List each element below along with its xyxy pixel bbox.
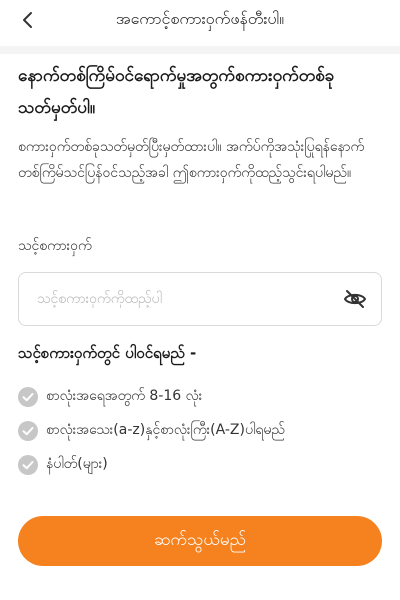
chevron-left-icon — [23, 12, 32, 28]
eye-off-icon — [344, 290, 366, 308]
page-title: အကောင့်စကားဝှက်ဖန်တီးပါ။ — [115, 9, 285, 28]
rule-label: နံပါတ်(များ) — [46, 456, 108, 472]
create-password-screen: အကောင့်စကားဝှက်ဖန်တီးပါ။ နောက်တစ်ကြိမ်ဝင… — [0, 0, 400, 600]
check-circle-icon — [18, 454, 38, 475]
password-visibility-toggle[interactable] — [341, 285, 369, 313]
rule-number: နံပါတ်(များ) — [18, 454, 108, 475]
check-circle-icon — [18, 386, 38, 407]
password-rules-title: သင့်စကားဝှက်တွင် ပါဝင်ရမည် - — [18, 344, 197, 362]
back-button[interactable] — [10, 2, 46, 38]
section-heading: နောက်တစ်ကြိမ်ဝင်ရောက်မှုအတွက်စကားဝှက်တစ်… — [18, 66, 335, 118]
check-circle-icon — [18, 420, 38, 441]
continue-button[interactable]: ဆက်သွယ်မည် — [18, 516, 382, 566]
rule-length: စာလုံးအရေအတွက် 8-16 လုံး — [18, 386, 202, 407]
header: အကောင့်စကားဝှက်ဖန်တီးပါ။ — [0, 0, 400, 40]
rule-label: စာလုံးအသေး(a-z)နှင့်စာလုံးကြီး(A-Z)ပါရမည… — [46, 422, 285, 438]
header-divider — [0, 46, 400, 54]
rule-case: စာလုံးအသေး(a-z)နှင့်စာလုံးကြီး(A-Z)ပါရမည… — [18, 420, 285, 441]
rule-label: စာလုံးအရေအတွက် 8-16 လုံး — [46, 388, 203, 404]
description-text: စကားဝှက်တစ်ခုသတ်မှတ်ပြီးမှတ်ထားပါ။ အက်ပ်… — [18, 139, 365, 181]
password-field-label: သင့်စကားဝှက် — [18, 238, 92, 254]
password-field — [18, 272, 382, 326]
password-input[interactable] — [35, 290, 341, 308]
